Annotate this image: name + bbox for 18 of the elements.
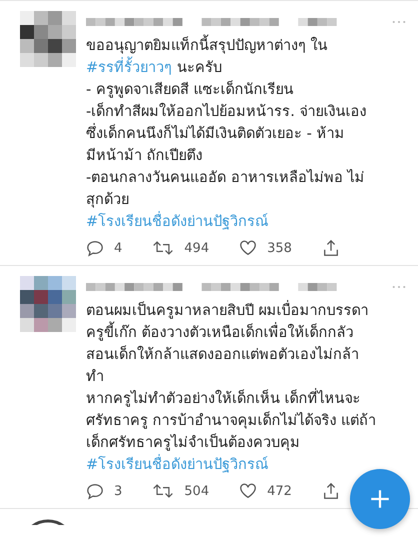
retweet-icon[interactable] <box>152 239 174 257</box>
plus-icon <box>369 488 391 510</box>
retweet-icon[interactable] <box>152 482 174 500</box>
retweet-count: 494 <box>184 240 210 256</box>
retweet-count: 504 <box>184 484 210 498</box>
reply-icon[interactable] <box>86 482 104 500</box>
heart-icon[interactable] <box>239 239 258 257</box>
share-icon[interactable] <box>322 239 340 257</box>
like-count: 358 <box>267 240 292 256</box>
share-icon[interactable] <box>322 482 340 500</box>
tweet-text: ตอนผมเป็นครูมาหลายสิบปี ผมเบื่อมากบรรดา ครูขี้เก๊ก ต้องวางตัวเหนือเด็กเพื่อให้เด็กกลัว สอนเด็กให้กล้าแสดงออกแต่พอตัวเองไม่กล้า ทำ หากครูไม่ทำตัวอย่างให้เด็กเห็น เด็กที่ไหนจะ ศรัทธาครู การบ้าอำนาจคุมเด็กไม่ได้จริง แต่ถ้า เด็กศรัทธาครูไม่จำเป็นต้องควบคุม #โรงเรียนชื่อดังย่านปัฐวิกรณ์ <box>86 300 406 476</box>
reply-icon[interactable] <box>86 239 104 257</box>
heart-icon[interactable] <box>239 482 258 500</box>
like-count: 472 <box>267 484 292 498</box>
compose-button[interactable] <box>350 469 410 529</box>
reply-count: 4 <box>114 240 122 256</box>
reply-count: 3 <box>114 484 122 498</box>
tweet-text: ขออนุญาตยิมแท็กนี้สรุปปัญหาต่างๆ ใน #รรที่รั้วยาวๆ นะครับ - ครูพูดจาเสียดสี แซะเด็กนักเรียน -เด็กทำสีผมให้ออกไปย้อมหน้ารร. จ่ายเงินเอง ซึ่งเด็กคนนึงก็ไม่ได้มีเงินติดตัวเยอะ - ห้าม มีหน้าม้า ถักเปียตึง -ตอนกลางวันคนแออัด อาหารเหลือไม่พอ ไม่ สุกด้วย #โรงเรียนชื่อดังย่านปัฐวิกรณ์ <box>86 35 406 233</box>
